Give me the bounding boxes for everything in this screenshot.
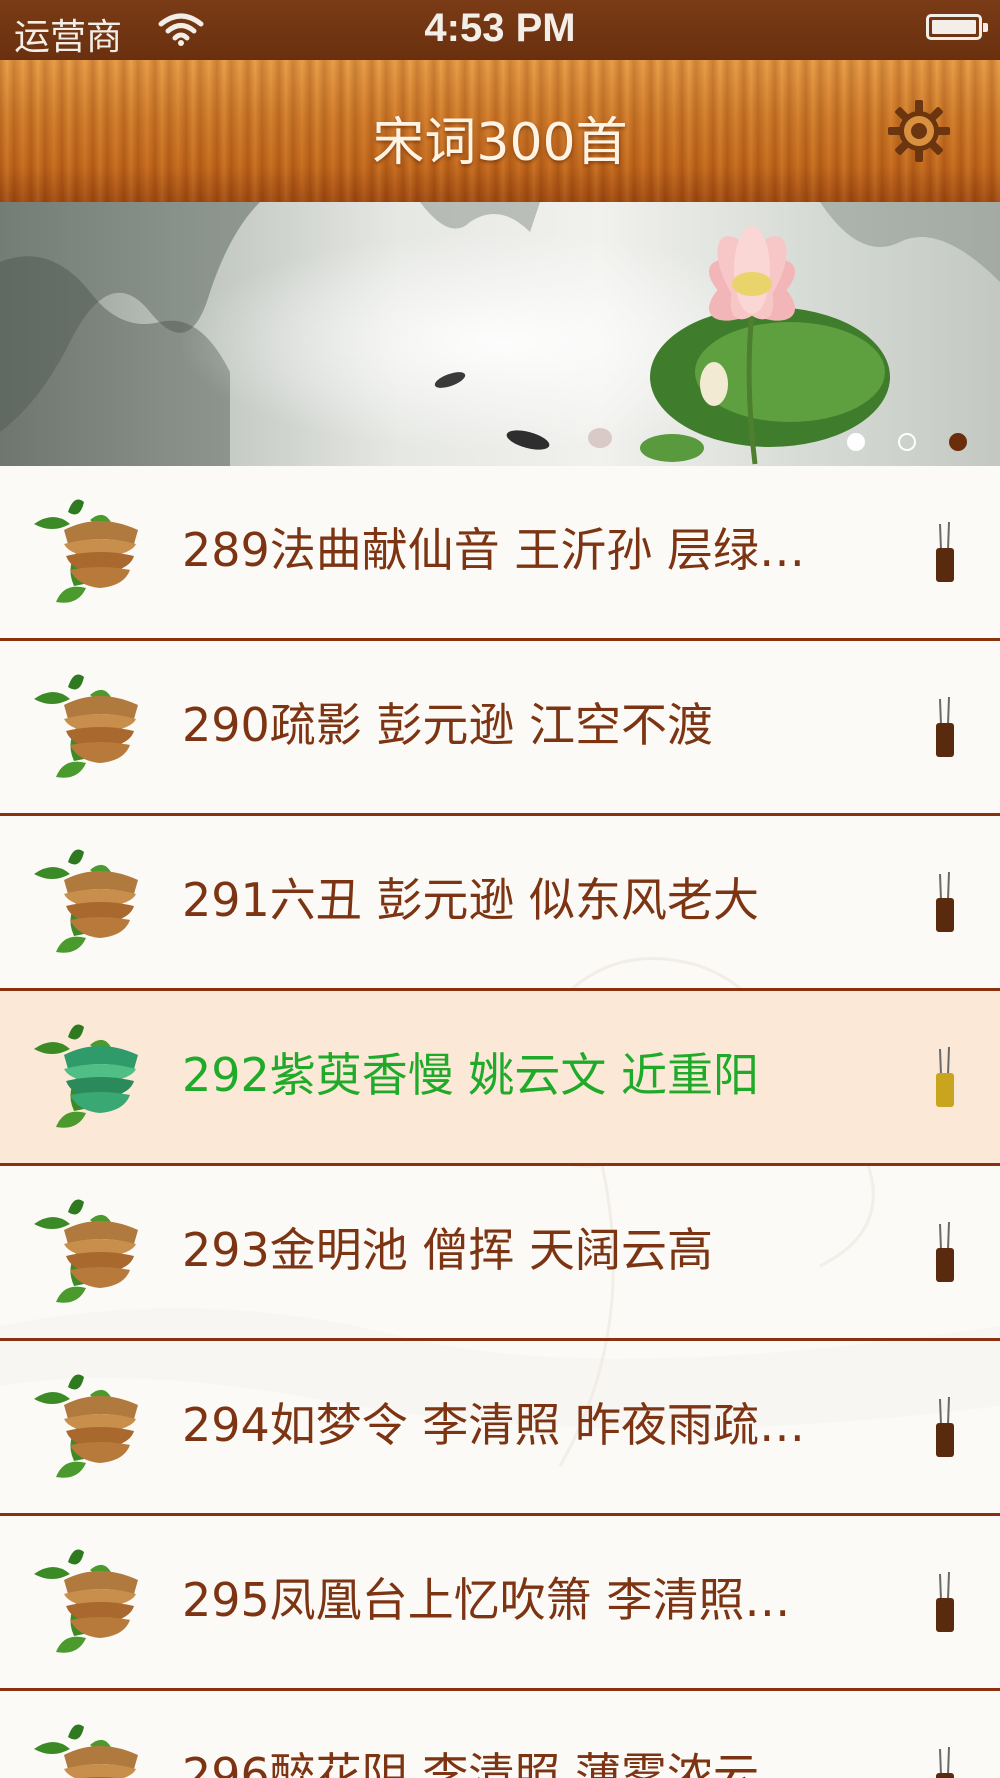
brush-icon: [936, 1222, 954, 1282]
brush-icon: [936, 1047, 954, 1107]
tea-bowl-icon: [34, 674, 138, 778]
brush-icon: [936, 1397, 954, 1457]
poem-title: 289法曲献仙音 王沂孙 层绿…: [182, 523, 806, 577]
poem-title: 294如梦令 李清照 昨夜雨疏…: [182, 1398, 806, 1452]
tea-bowl-icon: [34, 849, 138, 953]
poem-title: 296醉花阴 李清照 薄雾浓云…: [182, 1748, 806, 1778]
tea-bowl-icon: [34, 1024, 138, 1128]
landscape-painting: [0, 202, 1000, 466]
list-item[interactable]: 293金明池 僧挥 天阔云高: [0, 1166, 1000, 1341]
tea-bowl-icon: [34, 1374, 138, 1478]
battery-icon: [926, 14, 988, 40]
nav-bar: 宋词300首: [0, 60, 1000, 202]
brush-icon: [936, 697, 954, 757]
status-bar: 运营商 4:53 PM: [0, 0, 1000, 60]
page-dot[interactable]: [847, 433, 865, 451]
poem-title: 295凤凰台上忆吹箫 李清照…: [182, 1573, 791, 1627]
brush-icon: [936, 1572, 954, 1632]
tea-bowl-icon: [34, 499, 138, 603]
page-dot[interactable]: [898, 433, 916, 451]
page-indicator: [847, 433, 967, 457]
tea-bowl-icon: [34, 1199, 138, 1303]
poem-title: 291六丑 彭元逊 似东风老大: [182, 873, 760, 927]
brush-icon: [936, 872, 954, 932]
list-item[interactable]: 294如梦令 李清照 昨夜雨疏…: [0, 1341, 1000, 1516]
brush-icon: [936, 1747, 954, 1778]
poem-list[interactable]: 289法曲献仙音 王沂孙 层绿… 290疏影 彭元逊 江空不渡 291六丑 彭元…: [0, 466, 1000, 1778]
page-title: 宋词300首: [372, 113, 628, 173]
list-item[interactable]: 295凤凰台上忆吹箫 李清照…: [0, 1516, 1000, 1691]
list-item[interactable]: 289法曲献仙音 王沂孙 层绿…: [0, 466, 1000, 641]
list-item[interactable]: 291六丑 彭元逊 似东风老大: [0, 816, 1000, 991]
tea-bowl-icon: [34, 1549, 138, 1653]
list-item[interactable]: 296醉花阴 李清照 薄雾浓云…: [0, 1691, 1000, 1778]
page-dot-active[interactable]: [949, 433, 967, 451]
gear-icon[interactable]: [884, 96, 954, 166]
poem-title: 292紫萸香慢 姚云文 近重阳: [182, 1048, 760, 1102]
poem-title: 293金明池 僧挥 天阔云高: [182, 1223, 714, 1277]
banner-carousel[interactable]: [0, 202, 1000, 466]
list-item-selected[interactable]: 292紫萸香慢 姚云文 近重阳: [0, 991, 1000, 1166]
poem-title: 290疏影 彭元逊 江空不渡: [182, 698, 714, 752]
status-time: 4:53 PM: [424, 6, 576, 50]
tea-bowl-icon: [34, 1724, 138, 1778]
list-item[interactable]: 290疏影 彭元逊 江空不渡: [0, 641, 1000, 816]
brush-icon: [936, 522, 954, 582]
